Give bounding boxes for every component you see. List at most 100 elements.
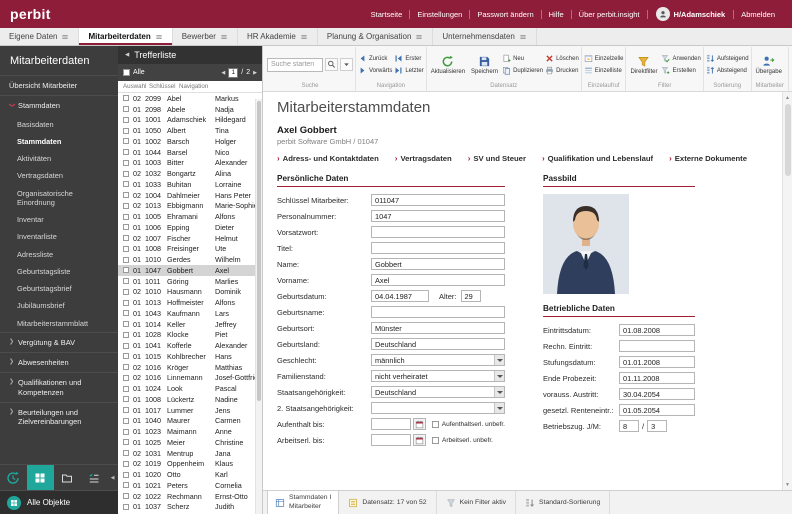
row-checkbox[interactable] xyxy=(123,106,129,113)
row-checkbox[interactable] xyxy=(123,192,129,199)
toolbar-button-direktfilter[interactable]: Direktfilter xyxy=(628,54,659,76)
list-item[interactable]: 01 1008 Freisinger Ute xyxy=(118,244,255,255)
record-nav-link-sv-und-steuer[interactable]: › SV und Steuer xyxy=(468,154,526,163)
list-item[interactable]: 01 1043 Kaufmann Lars xyxy=(118,308,255,319)
list-item[interactable]: 01 1015 Kohlbrecher Hans xyxy=(118,351,255,362)
row-checkbox[interactable] xyxy=(123,310,129,317)
list-item[interactable]: 02 1013 Ebbigmann Marie-Sophie xyxy=(118,201,255,212)
input-stufungsdatum[interactable]: 01.01.2008 xyxy=(619,356,695,369)
collapse-panel-icon[interactable]: ◀ xyxy=(125,52,129,58)
sidebar-item-beurteilungen-und-zielvereinbarungen[interactable]: ❯ Beurteilungen und Zielvereinbarungen xyxy=(0,401,118,432)
row-checkbox[interactable] xyxy=(123,170,129,177)
sidebar-item-übersicht-mitarbeiter[interactable]: Übersicht Mitarbeiter xyxy=(0,75,118,95)
list-item[interactable]: 02 1031 Mentrup Jana xyxy=(118,448,255,459)
input-betriebszug-j-m-2[interactable]: 3 xyxy=(647,420,668,433)
sidebar-item-inventar[interactable]: Inventar xyxy=(0,211,118,228)
list-item[interactable]: 01 1021 Peters Cornelia xyxy=(118,480,255,491)
checkbox-aufenthaltserl-unbefr[interactable] xyxy=(431,420,439,428)
filter-status[interactable]: Kein Filter aktiv xyxy=(437,491,517,514)
row-checkbox[interactable] xyxy=(123,278,129,285)
list-item[interactable]: 02 1022 Rechmann Ernst-Otto xyxy=(118,491,255,502)
list-item[interactable]: 01 1037 Scherz Judith xyxy=(118,502,255,513)
toolbar-button-löschen[interactable]: Löschen xyxy=(545,54,579,63)
row-checkbox[interactable] xyxy=(123,385,129,392)
list-item[interactable]: 01 1040 Maurer Carmen xyxy=(118,416,255,427)
sidebar-item-organisatorische-einordnung[interactable]: Organisatorische Einordnung xyxy=(0,185,118,212)
input-betriebszug-j-m-1[interactable]: 8 xyxy=(619,420,639,433)
toolbar-button-anwenden[interactable]: Anwenden xyxy=(661,54,701,63)
tab-mitarbeiterdaten[interactable]: Mitarbeiterdaten xyxy=(79,28,173,45)
record-nav-link-adress-und-kontaktdaten[interactable]: › Adress- und Kontaktdaten xyxy=(277,154,379,163)
record-nav-link-qualifikation-und-lebenslauf[interactable]: › Qualifikation und Lebenslauf xyxy=(542,154,653,163)
list-item[interactable]: 01 1024 Look Pascal xyxy=(118,383,255,394)
result-list-scrollbar[interactable] xyxy=(255,99,262,514)
toolbar-button-duplizieren[interactable]: Duplizieren xyxy=(502,66,543,75)
row-checkbox[interactable] xyxy=(123,159,129,166)
input-schlüssel-mitarbeiter[interactable]: 011047 xyxy=(371,194,505,207)
list-item[interactable]: 01 1023 Maimann Anne xyxy=(118,426,255,437)
scrollbar-thumb[interactable] xyxy=(257,101,261,401)
header-link-über-perbit-insight[interactable]: Über perbit.insight xyxy=(572,9,648,19)
input-eintrittsdatum[interactable]: 01.08.2008 xyxy=(619,324,695,337)
row-checkbox[interactable] xyxy=(123,460,129,467)
sidebar-item-vergütung-bav[interactable]: ❯ Vergütung & BAV xyxy=(0,331,118,352)
list-item[interactable]: 01 1006 Epping Dieter xyxy=(118,222,255,233)
row-checkbox[interactable] xyxy=(123,235,129,242)
list-item[interactable]: 01 1047 Gobbert Axel xyxy=(118,265,255,276)
row-checkbox[interactable] xyxy=(123,428,129,435)
toolbar-button-neu[interactable]: Neu xyxy=(502,54,543,63)
list-item[interactable]: 01 1011 Göring Marlies xyxy=(118,276,255,287)
toolbar-button-aufsteigend[interactable]: Aufsteigend xyxy=(706,54,749,63)
sidebar-item-geburtstagsliste[interactable]: Geburtstagsliste xyxy=(0,263,118,280)
sidebar-item-qualifikationen-und-kompetenzen[interactable]: ❯ Qualifikationen und Kompetenzen xyxy=(0,372,118,402)
select-2-staatsangehörigkeit[interactable] xyxy=(371,402,505,415)
row-checkbox[interactable] xyxy=(123,213,129,220)
sidebar-item-geburtstagsbrief[interactable]: Geburtstagsbrief xyxy=(0,280,118,297)
input-aufenthalt-bis[interactable] xyxy=(371,418,411,431)
list-item[interactable]: 01 1017 Lummer Jens xyxy=(118,405,255,416)
content-scrollbar[interactable]: ▲ ▼ xyxy=(782,92,792,490)
prev-page-icon[interactable]: ◀ xyxy=(221,70,225,76)
row-checkbox[interactable] xyxy=(123,482,129,489)
sidebar-item-abwesenheiten[interactable]: ❯ Abwesenheiten xyxy=(0,352,118,372)
row-checkbox[interactable] xyxy=(123,353,129,360)
list-item[interactable]: 01 2098 Abele Nadja xyxy=(118,104,255,115)
list-item[interactable]: 02 1007 Fischer Helmut xyxy=(118,233,255,244)
scroll-down-icon[interactable]: ▼ xyxy=(785,480,790,489)
row-checkbox[interactable] xyxy=(123,321,129,328)
header-link-einstellungen[interactable]: Einstellungen xyxy=(410,9,471,19)
sidebar-item-inventarliste[interactable]: Inventarliste xyxy=(0,228,118,245)
input-titel[interactable] xyxy=(371,242,505,255)
header-link-hilfe[interactable]: Hilfe xyxy=(542,9,572,19)
list-item[interactable]: 02 1032 Bongartz Alina xyxy=(118,168,255,179)
input-personalnummer[interactable]: 1047 xyxy=(371,210,505,223)
row-checkbox[interactable] xyxy=(123,95,129,102)
list-item[interactable]: 01 1044 Barsel Nico xyxy=(118,147,255,158)
all-objects-button[interactable]: Alle Objekte xyxy=(0,490,118,514)
list-item[interactable]: 02 1010 Hausmann Dominik xyxy=(118,287,255,298)
toolbar-button-übergabe[interactable]: Übergabe xyxy=(754,54,784,76)
input-vorsatzwort[interactable] xyxy=(371,226,505,239)
tab-eigene-daten[interactable]: Eigene Daten xyxy=(0,28,80,45)
toolbar-button-zurück[interactable]: Zurück xyxy=(358,54,392,63)
list-item[interactable]: 01 1013 Hoffmeister Alfons xyxy=(118,297,255,308)
row-checkbox[interactable] xyxy=(123,331,129,338)
toolbar-button-absteigend[interactable]: Absteigend xyxy=(706,66,749,75)
input-arbeitserl-bis[interactable] xyxy=(371,434,411,447)
input-geburtsland[interactable]: Deutschland xyxy=(371,338,505,351)
toolbar-button-erstellen[interactable]: Erstellen xyxy=(661,66,700,75)
sort-status[interactable]: Standard-Sortierung xyxy=(516,491,611,514)
row-checkbox[interactable] xyxy=(123,299,129,306)
list-item[interactable]: 01 1020 Otto Karl xyxy=(118,469,255,480)
row-checkbox[interactable] xyxy=(123,342,129,349)
list-item[interactable]: 01 1050 Albert Tina xyxy=(118,125,255,136)
list-item[interactable]: 01 1008 Lückertz Nadine xyxy=(118,394,255,405)
list-item[interactable]: 01 1003 Bitter Alexander xyxy=(118,158,255,169)
row-checkbox[interactable] xyxy=(123,450,129,457)
search-options-caret[interactable] xyxy=(340,58,353,71)
select-all-checkbox[interactable] xyxy=(123,69,130,76)
row-checkbox[interactable] xyxy=(123,503,129,510)
tab-planung-organisation[interactable]: Planung & Organisation xyxy=(318,28,434,45)
list-item[interactable]: 02 1016 Linnemann Josef-Gottfried xyxy=(118,373,255,384)
row-checkbox[interactable] xyxy=(123,374,129,381)
